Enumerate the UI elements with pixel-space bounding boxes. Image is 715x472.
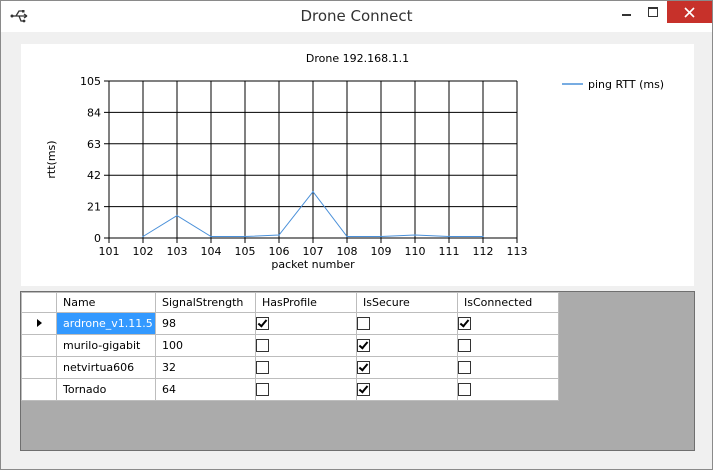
current-row-icon: [36, 319, 42, 327]
cell-issecure: [356, 378, 458, 401]
x-tick-label: 105: [235, 245, 256, 258]
x-tick-label: 101: [99, 245, 120, 258]
close-button[interactable]: [667, 1, 712, 23]
x-tick-label: 111: [439, 245, 460, 258]
cell-hasprofile: [255, 312, 357, 335]
row-header[interactable]: [21, 356, 57, 379]
network-grid[interactable]: Name SignalStrength HasProfile IsSecure …: [20, 291, 695, 451]
column-header-signalstrength[interactable]: SignalStrength: [155, 292, 256, 313]
table-row[interactable]: murilo-gigabit 100: [21, 334, 559, 357]
isconnected-checkbox[interactable]: [458, 339, 471, 353]
data-point: [210, 235, 212, 238]
rtt-chart: Drone 192.168.1.1 101 102 103 104 105 106 107 1…: [21, 44, 694, 286]
data-point: [346, 235, 348, 238]
issecure-checkbox[interactable]: [357, 317, 370, 331]
maximize-button[interactable]: [640, 1, 666, 23]
data-point: [278, 234, 280, 236]
cell-hasprofile: [255, 378, 357, 401]
cell-signalstrength[interactable]: 100: [155, 334, 256, 357]
row-header[interactable]: [21, 312, 57, 335]
x-tick-label: 102: [133, 245, 154, 258]
cell-issecure: [356, 312, 458, 335]
cell-name[interactable]: murilo-gigabit: [56, 334, 156, 357]
cell-isconnected: [457, 312, 559, 335]
y-tick-label: 0: [94, 232, 101, 245]
cell-hasprofile: [255, 334, 357, 357]
x-tick-label: 106: [269, 245, 290, 258]
maximize-icon: [648, 7, 658, 17]
cell-isconnected: [457, 378, 559, 401]
column-header-name[interactable]: Name: [56, 292, 156, 313]
hasprofile-checkbox[interactable]: [256, 361, 269, 375]
cell-name[interactable]: netvirtua606: [56, 356, 156, 379]
data-point: [176, 214, 178, 217]
minimize-button[interactable]: [613, 1, 639, 23]
network-table: Name SignalStrength HasProfile IsSecure …: [21, 292, 559, 401]
isconnected-checkbox[interactable]: [458, 383, 471, 397]
y-axis-label: rtt(ms): [45, 140, 58, 178]
data-point: [482, 235, 484, 238]
cell-hasprofile: [255, 356, 357, 379]
data-point: [380, 235, 382, 238]
issecure-checkbox[interactable]: [357, 339, 370, 353]
y-tick-label: 84: [87, 106, 101, 119]
x-axis-label: packet number: [271, 258, 355, 271]
y-tick-label: 63: [87, 138, 101, 151]
table-row[interactable]: Tornado 64: [21, 378, 559, 401]
title-bar[interactable]: Drone Connect: [1, 1, 712, 32]
cell-issecure: [356, 356, 458, 379]
hasprofile-checkbox[interactable]: [256, 317, 269, 331]
row-header[interactable]: [21, 334, 57, 357]
hasprofile-checkbox[interactable]: [256, 339, 269, 353]
isconnected-checkbox[interactable]: [458, 361, 471, 375]
issecure-checkbox[interactable]: [357, 361, 370, 375]
data-point: [142, 235, 144, 238]
cell-isconnected: [457, 334, 559, 357]
column-header-isconnected[interactable]: IsConnected: [457, 292, 559, 313]
cell-signalstrength[interactable]: 64: [155, 378, 256, 401]
cell-signalstrength[interactable]: 32: [155, 356, 256, 379]
column-header-hasprofile[interactable]: HasProfile: [255, 292, 357, 313]
data-point: [448, 235, 450, 238]
table-header-row: Name SignalStrength HasProfile IsSecure …: [21, 292, 559, 313]
close-icon: [684, 6, 695, 18]
table-row[interactable]: ardrone_v1.11.5 98: [21, 312, 559, 335]
issecure-checkbox[interactable]: [357, 383, 370, 397]
x-tick-label: 112: [473, 245, 494, 258]
x-tick-label: 103: [167, 245, 188, 258]
x-tick-label: 108: [337, 245, 358, 258]
y-tick-label: 21: [87, 201, 101, 214]
x-tick-label: 104: [201, 245, 222, 258]
table-row[interactable]: netvirtua606 32: [21, 356, 559, 379]
data-point: [244, 235, 246, 238]
y-tick-label: 42: [87, 169, 101, 182]
x-tick-label: 107: [303, 245, 324, 258]
x-tick-label: 110: [405, 245, 426, 258]
column-header-issecure[interactable]: IsSecure: [356, 292, 458, 313]
minimize-icon: [621, 14, 631, 16]
cell-name[interactable]: ardrone_v1.11.5: [56, 312, 156, 335]
hasprofile-checkbox[interactable]: [256, 383, 269, 397]
data-point: [414, 234, 416, 236]
header-corner[interactable]: [21, 292, 57, 313]
cell-signalstrength[interactable]: 98: [155, 312, 256, 335]
cell-name[interactable]: Tornado: [56, 378, 156, 401]
x-tick-label: 113: [507, 245, 528, 258]
chart-canvas: 101 102 103 104 105 106 107 108 109 110 111 112 113 0…: [45, 75, 664, 271]
cell-isconnected: [457, 356, 559, 379]
y-tick-label: 105: [80, 75, 101, 88]
cell-issecure: [356, 334, 458, 357]
x-tick-label: 109: [371, 245, 392, 258]
data-point: [312, 190, 314, 193]
row-header[interactable]: [21, 378, 57, 401]
app-window: Drone Connect Drone 192.168.1.1 101 102 10…: [0, 0, 713, 470]
legend-label: ping RTT (ms): [588, 78, 664, 91]
window-title: Drone Connect: [300, 7, 413, 25]
isconnected-checkbox[interactable]: [458, 317, 471, 331]
